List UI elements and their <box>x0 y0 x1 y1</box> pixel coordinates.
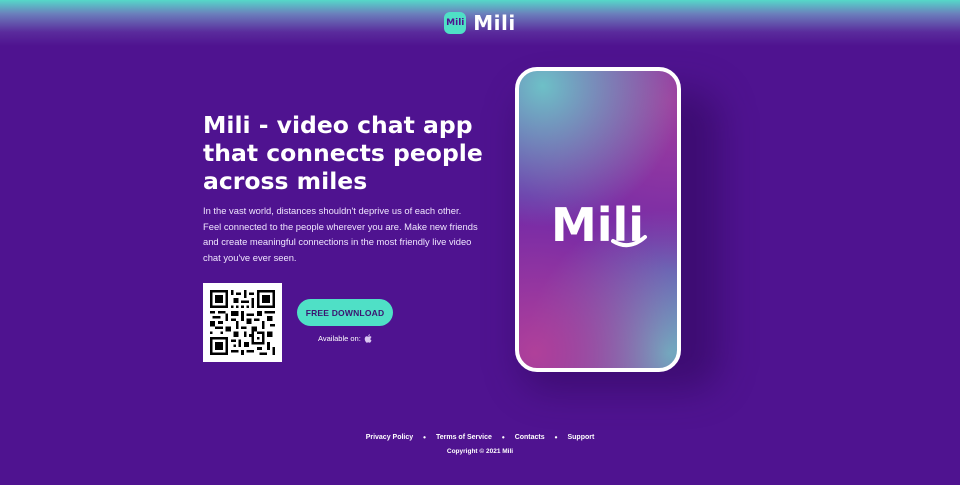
free-download-button[interactable]: FREE DOWNLOAD <box>297 299 393 326</box>
qr-code-icon <box>210 290 275 355</box>
site-header: Mili Mili <box>0 10 960 36</box>
available-on-label: Available on: <box>318 334 361 343</box>
qr-code <box>203 283 282 362</box>
hero-description: In the vast world, distances shouldn't d… <box>203 205 478 263</box>
support-link[interactable]: Support <box>567 434 594 441</box>
logo-text[interactable]: Mili <box>473 11 515 35</box>
separator-dot: • <box>501 433 505 442</box>
privacy-policy-link[interactable]: Privacy Policy <box>366 434 413 441</box>
logo-badge-icon[interactable]: Mili <box>444 12 467 34</box>
separator-dot: • <box>423 433 426 442</box>
terms-of-service-link[interactable]: Terms of Service <box>436 434 492 441</box>
copyright: Copyright © 2021 Mili <box>446 448 514 455</box>
mili-logo-icon: Mili <box>551 198 647 252</box>
footer-links: Privacy Policy • Terms of Service • Cont… <box>0 433 960 442</box>
separator-dot: • <box>554 433 558 442</box>
contacts-link[interactable]: Contacts <box>515 434 545 441</box>
phone-mockup: Mili <box>515 67 681 372</box>
apple-icon[interactable] <box>364 334 372 343</box>
available-on: Available on: <box>318 334 372 343</box>
hero-title: Mili - video chat app that connects peop… <box>203 111 483 195</box>
